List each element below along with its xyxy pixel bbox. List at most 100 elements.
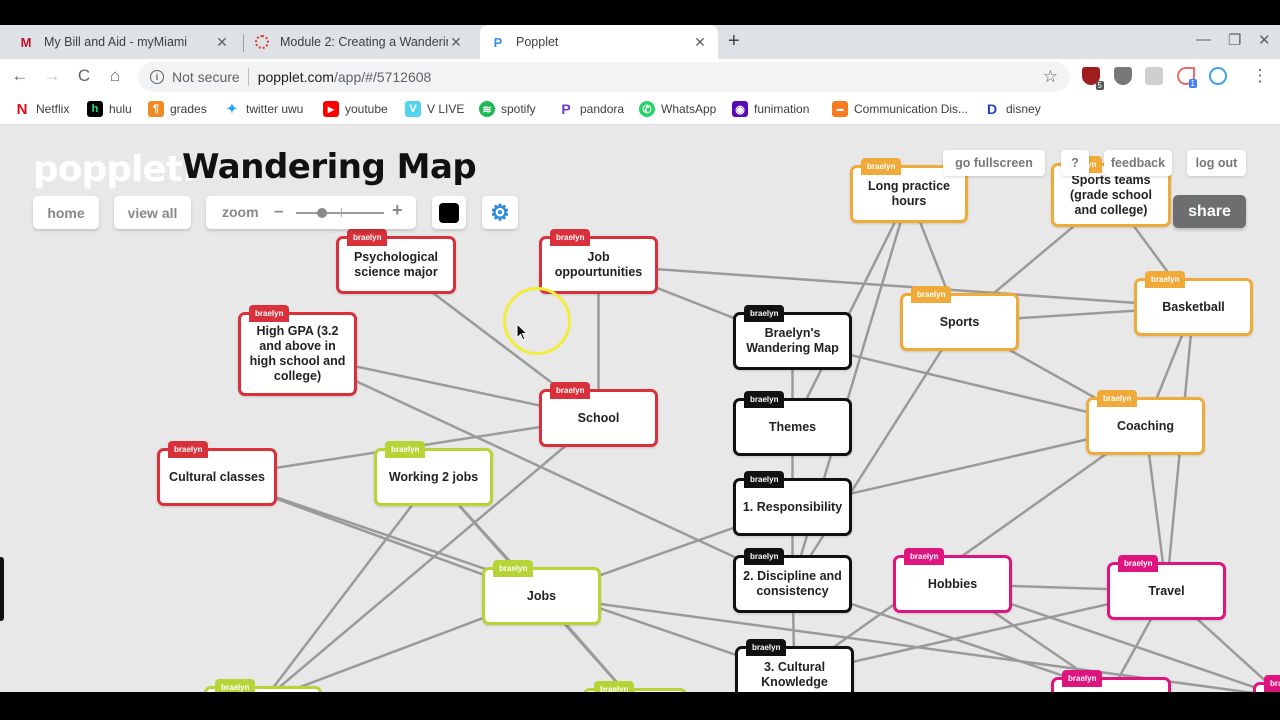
home-map-button[interactable]: home bbox=[33, 196, 99, 229]
side-panel-handle[interactable] bbox=[0, 557, 4, 621]
browser-menu-button[interactable]: ⋮ bbox=[1250, 66, 1270, 86]
record-ext-icon[interactable] bbox=[1209, 67, 1227, 85]
popple-sports[interactable]: braelyn Sports bbox=[900, 286, 1019, 351]
bookmark-funimation[interactable]: ◉ funimation bbox=[732, 101, 809, 117]
zoom-slider-midmark bbox=[341, 208, 342, 217]
shield-icon[interactable] bbox=[1114, 67, 1132, 85]
popple-text[interactable]: Jobs bbox=[527, 589, 556, 604]
popple-jobopp[interactable]: braelyn Job oppourtunities bbox=[539, 229, 658, 294]
bookmark-label: Communication Dis... bbox=[854, 102, 969, 116]
bookmark-star-icon[interactable]: ☆ bbox=[1043, 67, 1058, 87]
popple-themes[interactable]: braelyn Themes bbox=[733, 391, 852, 456]
gear-icon[interactable]: ⚙ bbox=[482, 196, 518, 229]
popple-text[interactable]: Sports bbox=[940, 315, 980, 330]
close-tab-icon[interactable]: ✕ bbox=[692, 34, 708, 51]
ublock-icon[interactable]: 5 bbox=[1082, 67, 1104, 90]
popple-text[interactable]: Braelyn's Wandering Map bbox=[740, 326, 845, 356]
tab-popplet[interactable]: P Popplet ✕ bbox=[480, 25, 718, 59]
popple-text[interactable]: Coaching bbox=[1117, 419, 1174, 434]
bookmark-twitter[interactable]: ✦ twitter uwu bbox=[224, 101, 304, 117]
popple-coaching[interactable]: braelyn Coaching bbox=[1086, 390, 1205, 455]
popple-pink2[interactable]: braelyn bbox=[1253, 675, 1280, 692]
popple-text[interactable]: Basketball bbox=[1162, 300, 1225, 315]
popple-text[interactable]: Psychological science major bbox=[343, 250, 449, 280]
popple-text[interactable]: 3. Cultural Knowledge bbox=[742, 660, 847, 690]
edge-working-green1 bbox=[268, 476, 435, 692]
color-picker-button[interactable] bbox=[432, 196, 466, 229]
feedback-button[interactable]: feedback bbox=[1104, 150, 1172, 176]
zoom-in-button[interactable]: + bbox=[392, 200, 403, 221]
popple-resp[interactable]: braelyn 1. Responsibility bbox=[733, 471, 852, 536]
popple-text[interactable]: Travel bbox=[1148, 584, 1184, 599]
extension-fi-icon[interactable] bbox=[1145, 67, 1163, 85]
popple-main[interactable]: braelyn Braelyn's Wandering Map bbox=[733, 305, 852, 370]
bookmark-grades[interactable]: ¶ grades bbox=[148, 101, 207, 117]
zoom-out-button[interactable]: – bbox=[274, 201, 283, 221]
popple-working[interactable]: braelyn Working 2 jobs bbox=[374, 441, 493, 506]
popple-text[interactable]: Job oppourtunities bbox=[546, 250, 651, 280]
go-fullscreen-button[interactable]: go fullscreen bbox=[943, 150, 1045, 176]
tab-mymiami[interactable]: M My Bill and Aid - myMiami ✕ bbox=[8, 25, 240, 59]
popple-text[interactable]: Long practice hours bbox=[857, 179, 961, 209]
bookmark-disney[interactable]: Ddisney bbox=[984, 101, 1041, 117]
reload-button[interactable]: C bbox=[74, 66, 94, 86]
popple-cultural[interactable]: braelyn Cultural classes bbox=[157, 441, 277, 506]
help-button[interactable]: ? bbox=[1061, 150, 1089, 176]
popple-basketball[interactable]: braelyn Basketball bbox=[1134, 271, 1253, 336]
close-window-button[interactable]: ✕ bbox=[1258, 31, 1271, 49]
close-tab-icon[interactable]: ✕ bbox=[448, 34, 464, 51]
author-tag: braelyn bbox=[385, 441, 426, 458]
minimize-button[interactable]: — bbox=[1196, 31, 1211, 48]
zoom-slider-thumb[interactable] bbox=[317, 208, 328, 218]
mouse-pointer-icon bbox=[516, 323, 528, 341]
popple-jobs[interactable]: braelyn Jobs bbox=[482, 560, 601, 625]
popple-text[interactable]: Themes bbox=[769, 420, 816, 435]
bookmark-youtube[interactable]: ▶ youtube bbox=[323, 101, 388, 117]
popple-pink1[interactable]: braelyn bbox=[1051, 670, 1171, 692]
info-icon[interactable]: i bbox=[150, 70, 164, 84]
tab-label: Popplet bbox=[516, 35, 559, 49]
popple-text[interactable]: Hobbies bbox=[928, 577, 977, 592]
close-tab-icon[interactable]: ✕ bbox=[214, 34, 230, 51]
bookmark-hulu[interactable]: h hulu bbox=[87, 101, 132, 117]
popple-hobbies[interactable]: braelyn Hobbies bbox=[893, 548, 1012, 613]
new-tab-button[interactable]: + bbox=[728, 30, 740, 53]
share-ext-icon[interactable]: 1 bbox=[1177, 67, 1197, 88]
restore-button[interactable]: ❐ bbox=[1228, 31, 1241, 49]
popple-cult[interactable]: braelyn 3. Cultural Knowledge bbox=[735, 639, 854, 692]
popplet-logo[interactable]: popplet: bbox=[33, 149, 196, 190]
bookmark-spotify[interactable]: ≋ spotify bbox=[479, 101, 536, 117]
share-button[interactable]: share bbox=[1173, 195, 1246, 228]
popple-psych[interactable]: braelyn Psychological science major bbox=[336, 229, 456, 294]
popple-text[interactable]: Sports teams (grade school and college) bbox=[1058, 173, 1164, 218]
popple-travel[interactable]: braelyn Travel bbox=[1107, 555, 1226, 620]
bookmark-vlive[interactable]: V V LIVE bbox=[405, 101, 464, 117]
author-tag: braelyn bbox=[904, 548, 945, 565]
popple-school[interactable]: braelyn School bbox=[539, 382, 658, 447]
popple-disc[interactable]: braelyn 2. Discipline and consistency bbox=[733, 548, 852, 613]
popple-text[interactable]: School bbox=[578, 411, 620, 426]
view-all-button[interactable]: view all bbox=[114, 196, 191, 229]
map-title[interactable]: Wandering Map bbox=[182, 147, 477, 187]
funimation-icon: ◉ bbox=[732, 101, 748, 117]
bookmark-netflix[interactable]: N Netflix bbox=[14, 101, 70, 118]
popple-text[interactable]: 2. Discipline and consistency bbox=[740, 569, 845, 599]
tab-module-2[interactable]: Module 2: Creating a Wandering ✕ bbox=[246, 25, 472, 59]
popple-text[interactable]: Working 2 jobs bbox=[389, 470, 478, 485]
popplet-canvas[interactable]: braelyn Psychological science major braely… bbox=[0, 125, 1280, 692]
bookmark-pandora[interactable]: Ppandora bbox=[558, 101, 624, 117]
home-button[interactable]: ⌂ bbox=[105, 66, 125, 86]
popple-text[interactable]: High GPA (3.2 and above in high school a… bbox=[245, 324, 350, 384]
bookmark-communication[interactable]: ▬ Communication Dis... bbox=[832, 101, 968, 117]
popple-text[interactable]: 1. Responsibility bbox=[743, 500, 842, 515]
popple-text[interactable]: Cultural classes bbox=[169, 470, 265, 485]
author-tag: braelyn bbox=[744, 548, 785, 565]
zoom-slider-track[interactable] bbox=[296, 212, 384, 214]
popple-gpa[interactable]: braelyn High GPA (3.2 and above in high s… bbox=[238, 305, 357, 396]
bookmark-whatsapp[interactable]: ✆ WhatsApp bbox=[639, 101, 716, 117]
log-out-button[interactable]: log out bbox=[1187, 150, 1246, 176]
back-button[interactable]: ← bbox=[10, 66, 30, 86]
forward-button[interactable]: → bbox=[42, 66, 62, 86]
bookmark-label: disney bbox=[1006, 102, 1041, 116]
address-bar[interactable]: i Not secure popplet.com /app/#/5712608 … bbox=[138, 62, 1070, 92]
